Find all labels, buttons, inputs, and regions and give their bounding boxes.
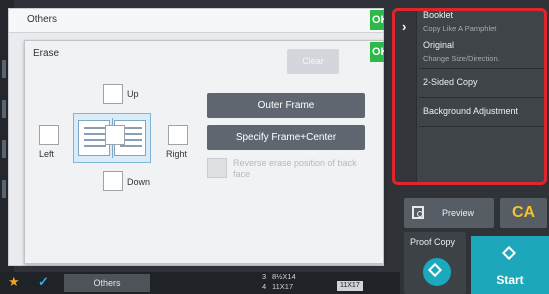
proof-copy-button[interactable] — [423, 258, 451, 286]
menu-separator — [419, 97, 544, 98]
proof-copy-panel: Proof Copy — [404, 232, 466, 294]
diamond-icon — [427, 262, 443, 278]
others-panel-title: Others — [9, 9, 383, 33]
erase-up-checkbox[interactable] — [103, 84, 123, 104]
reverse-erase-checkbox[interactable] — [207, 158, 227, 178]
outer-frame-button[interactable]: Outer Frame — [207, 93, 365, 118]
check-icon[interactable]: ✓ — [38, 274, 49, 290]
tab-others[interactable]: Others — [64, 274, 150, 292]
erase-up-label: Up — [127, 89, 139, 99]
erase-panel-title: Erase — [33, 48, 60, 59]
preview-icon — [412, 206, 424, 219]
output-paper-size: 11X17 — [337, 281, 363, 291]
tray-paper-size: 8½X14 — [272, 272, 296, 281]
reverse-erase-label: Reverse erase position of back face — [233, 158, 357, 179]
erase-right-checkbox[interactable] — [168, 125, 188, 145]
preview-button[interactable]: Preview — [404, 198, 494, 228]
tray-paper-size: 11X17 — [272, 282, 294, 291]
menu-item-booklet[interactable]: Booklet — [423, 11, 453, 20]
menu-item-2-sided-copy[interactable]: 2-Sided Copy — [423, 77, 478, 87]
tray-number: 4 — [262, 282, 267, 291]
strip-marker — [2, 100, 6, 118]
menu-item-booklet-sublabel: Copy Like A Pamphlet — [423, 24, 497, 33]
strip-marker — [2, 180, 6, 198]
erase-center-checkbox[interactable] — [105, 125, 125, 145]
taskbar: ★ ✓ Others 3 8½X14 4 11X17 11X17 — [0, 272, 400, 294]
start-button[interactable]: Start — [471, 236, 549, 294]
erase-right-label: Right — [166, 149, 188, 159]
tray-number: 3 — [262, 272, 267, 281]
paper-tray-status: 3 8½X14 4 11X17 11X17 — [240, 272, 380, 294]
menu-separator — [419, 68, 544, 69]
menu-item-original[interactable]: Original — [423, 40, 454, 50]
other-functions-menu: › Booklet Copy Like A Pamphlet Original … — [392, 8, 547, 185]
diamond-icon — [501, 245, 517, 261]
proof-copy-label: Proof Copy — [410, 237, 456, 247]
preview-label: Preview — [442, 208, 475, 218]
chevron-right-icon[interactable]: › — [395, 11, 417, 182]
erase-panel: Erase Clear Up Left Right Down Outer Fra… — [24, 40, 384, 264]
erase-ok-button[interactable]: OK — [370, 42, 384, 62]
others-ok-button[interactable]: OK — [370, 10, 384, 30]
menu-item-background-adjustment[interactable]: Background Adjustment — [423, 106, 518, 116]
star-icon[interactable]: ★ — [8, 275, 20, 289]
erase-left-label: Left — [39, 149, 55, 159]
erase-down-label: Down — [127, 177, 151, 187]
clear-button[interactable]: Clear — [287, 49, 339, 74]
frame-center-button[interactable]: Specify Frame+Center — [207, 125, 365, 150]
strip-marker — [2, 140, 6, 158]
menu-separator — [419, 126, 544, 127]
menu-item-original-sublabel: Change Size/Direction. — [423, 54, 500, 63]
start-label: Start — [496, 273, 524, 287]
erase-left-checkbox[interactable] — [39, 125, 59, 145]
clear-all-button[interactable]: CA — [500, 198, 547, 228]
strip-marker — [2, 60, 6, 78]
erase-down-checkbox[interactable] — [103, 171, 123, 191]
